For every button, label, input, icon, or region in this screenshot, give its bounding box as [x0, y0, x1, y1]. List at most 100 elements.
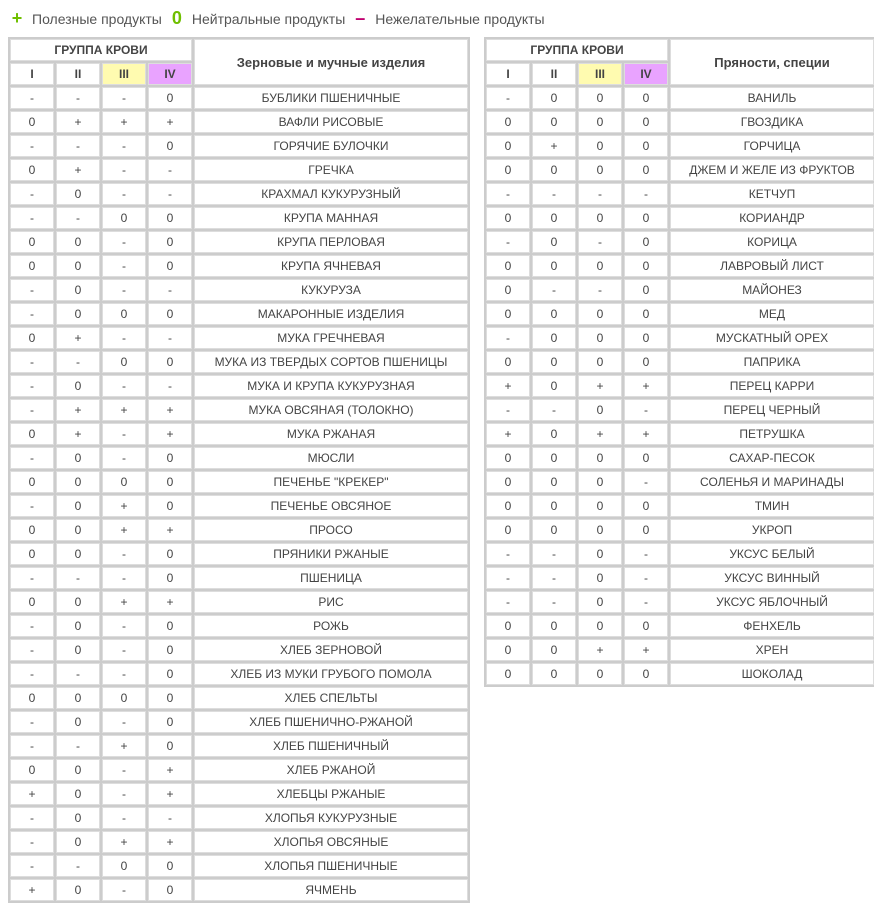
table-row: 0000МЕД	[486, 303, 874, 325]
value-cell: 0	[148, 87, 192, 109]
value-cell: 0	[148, 711, 192, 733]
value-cell: -	[56, 567, 100, 589]
value-cell: 0	[532, 207, 576, 229]
table-row: -0-0ХЛЕБ ЗЕРНОВОЙ	[10, 639, 468, 661]
value-cell: +	[148, 783, 192, 805]
value-cell: 0	[578, 663, 622, 685]
value-cell: 0	[148, 735, 192, 757]
value-cell: 0	[578, 303, 622, 325]
table-row: 000-СОЛЕНЬЯ И МАРИНАДЫ	[486, 471, 874, 493]
right-col-iii: III	[578, 63, 622, 85]
left-col-i: I	[10, 63, 54, 85]
table-row: ---0ХЛЕБ ИЗ МУКИ ГРУБОГО ПОМОЛА	[10, 663, 468, 685]
value-cell: +	[148, 519, 192, 541]
value-cell: 0	[624, 327, 668, 349]
left-col-iii: III	[102, 63, 146, 85]
table-row: -0--ХЛОПЬЯ КУКУРУЗНЫЕ	[10, 807, 468, 829]
value-cell: -	[10, 711, 54, 733]
value-cell: +	[148, 831, 192, 853]
product-name: ПЕРЕЦ КАРРИ	[670, 375, 874, 397]
value-cell: -	[102, 783, 146, 805]
value-cell: -	[102, 255, 146, 277]
product-name: БУБЛИКИ ПШЕНИЧНЫЕ	[194, 87, 468, 109]
value-cell: 0	[624, 303, 668, 325]
value-cell: -	[624, 399, 668, 421]
table-row: -000МАКАРОННЫЕ ИЗДЕЛИЯ	[10, 303, 468, 325]
value-cell: +	[624, 375, 668, 397]
value-cell: 0	[578, 351, 622, 373]
table-row: -+++МУКА ОВСЯНАЯ (ТОЛОКНО)	[10, 399, 468, 421]
value-cell: -	[56, 663, 100, 685]
table-row: --00ХЛОПЬЯ ПШЕНИЧНЫЕ	[10, 855, 468, 877]
table-row: 0000УКРОП	[486, 519, 874, 541]
value-cell: -	[486, 231, 530, 253]
value-cell: 0	[56, 375, 100, 397]
table-row: 0000ЛАВРОВЫЙ ЛИСТ	[486, 255, 874, 277]
value-cell: 0	[578, 495, 622, 517]
product-name: ПРОСО	[194, 519, 468, 541]
value-cell: 0	[532, 663, 576, 685]
product-name: ХЛЕБ РЖАНОЙ	[194, 759, 468, 781]
value-cell: 0	[532, 519, 576, 541]
value-cell: -	[102, 879, 146, 901]
product-name: ХЛЕБ ИЗ МУКИ ГРУБОГО ПОМОЛА	[194, 663, 468, 685]
value-cell: 0	[56, 183, 100, 205]
value-cell: -	[10, 399, 54, 421]
value-cell: 0	[148, 687, 192, 709]
value-cell: 0	[56, 279, 100, 301]
table-row: -000ВАНИЛЬ	[486, 87, 874, 109]
product-name: ГРЕЧКА	[194, 159, 468, 181]
product-name: ХЛЕБ ПШЕНИЧНЫЙ	[194, 735, 468, 757]
value-cell: -	[532, 543, 576, 565]
value-cell: +	[10, 783, 54, 805]
table-row: 00-0КРУПА ПЕРЛОВАЯ	[10, 231, 468, 253]
value-cell: -	[486, 87, 530, 109]
value-cell: -	[624, 471, 668, 493]
product-name: УКРОП	[670, 519, 874, 541]
value-cell: +	[148, 111, 192, 133]
value-cell: -	[102, 87, 146, 109]
value-cell: +	[56, 327, 100, 349]
table-row: 0000ДЖЕМ И ЖЕЛЕ ИЗ ФРУКТОВ	[486, 159, 874, 181]
value-cell: -	[102, 663, 146, 685]
value-cell: 0	[56, 783, 100, 805]
value-cell: 0	[102, 471, 146, 493]
legend-zero-label: Нейтральные продукты	[192, 11, 345, 27]
product-name: КОРИАНДР	[670, 207, 874, 229]
value-cell: -	[102, 375, 146, 397]
left-table: ГРУППА КРОВИ Зерновые и мучные изделия I…	[8, 37, 470, 903]
table-row: ---0ПШЕНИЦА	[10, 567, 468, 589]
value-cell: -	[578, 279, 622, 301]
value-cell: 0	[532, 639, 576, 661]
table-row: 0000САХАР-ПЕСОК	[486, 447, 874, 469]
value-cell: -	[56, 735, 100, 757]
table-row: +0++ПЕРЕЦ КАРРИ	[486, 375, 874, 397]
value-cell: -	[102, 279, 146, 301]
value-cell: +	[148, 591, 192, 613]
value-cell: 0	[56, 591, 100, 613]
minus-icon: –	[351, 8, 369, 29]
table-row: -0--КРАХМАЛ КУКУРУЗНЫЙ	[10, 183, 468, 205]
product-name: ГОРЧИЦА	[670, 135, 874, 157]
left-group-header: ГРУППА КРОВИ	[10, 39, 192, 61]
value-cell: 0	[624, 279, 668, 301]
value-cell: 0	[10, 591, 54, 613]
value-cell: -	[532, 399, 576, 421]
value-cell: 0	[148, 663, 192, 685]
value-cell: -	[578, 183, 622, 205]
value-cell: 0	[10, 255, 54, 277]
value-cell: -	[56, 207, 100, 229]
right-group-header: ГРУППА КРОВИ	[486, 39, 668, 61]
product-name: МУКА ИЗ ТВЕРДЫХ СОРТОВ ПШЕНИЦЫ	[194, 351, 468, 373]
value-cell: 0	[486, 495, 530, 517]
right-category-header: Пряности, специи	[670, 39, 874, 85]
value-cell: -	[624, 591, 668, 613]
value-cell: 0	[578, 471, 622, 493]
value-cell: -	[624, 567, 668, 589]
value-cell: 0	[532, 159, 576, 181]
value-cell: -	[10, 735, 54, 757]
value-cell: 0	[578, 447, 622, 469]
value-cell: 0	[56, 231, 100, 253]
table-row: --0-ПЕРЕЦ ЧЕРНЫЙ	[486, 399, 874, 421]
right-col-iv: IV	[624, 63, 668, 85]
